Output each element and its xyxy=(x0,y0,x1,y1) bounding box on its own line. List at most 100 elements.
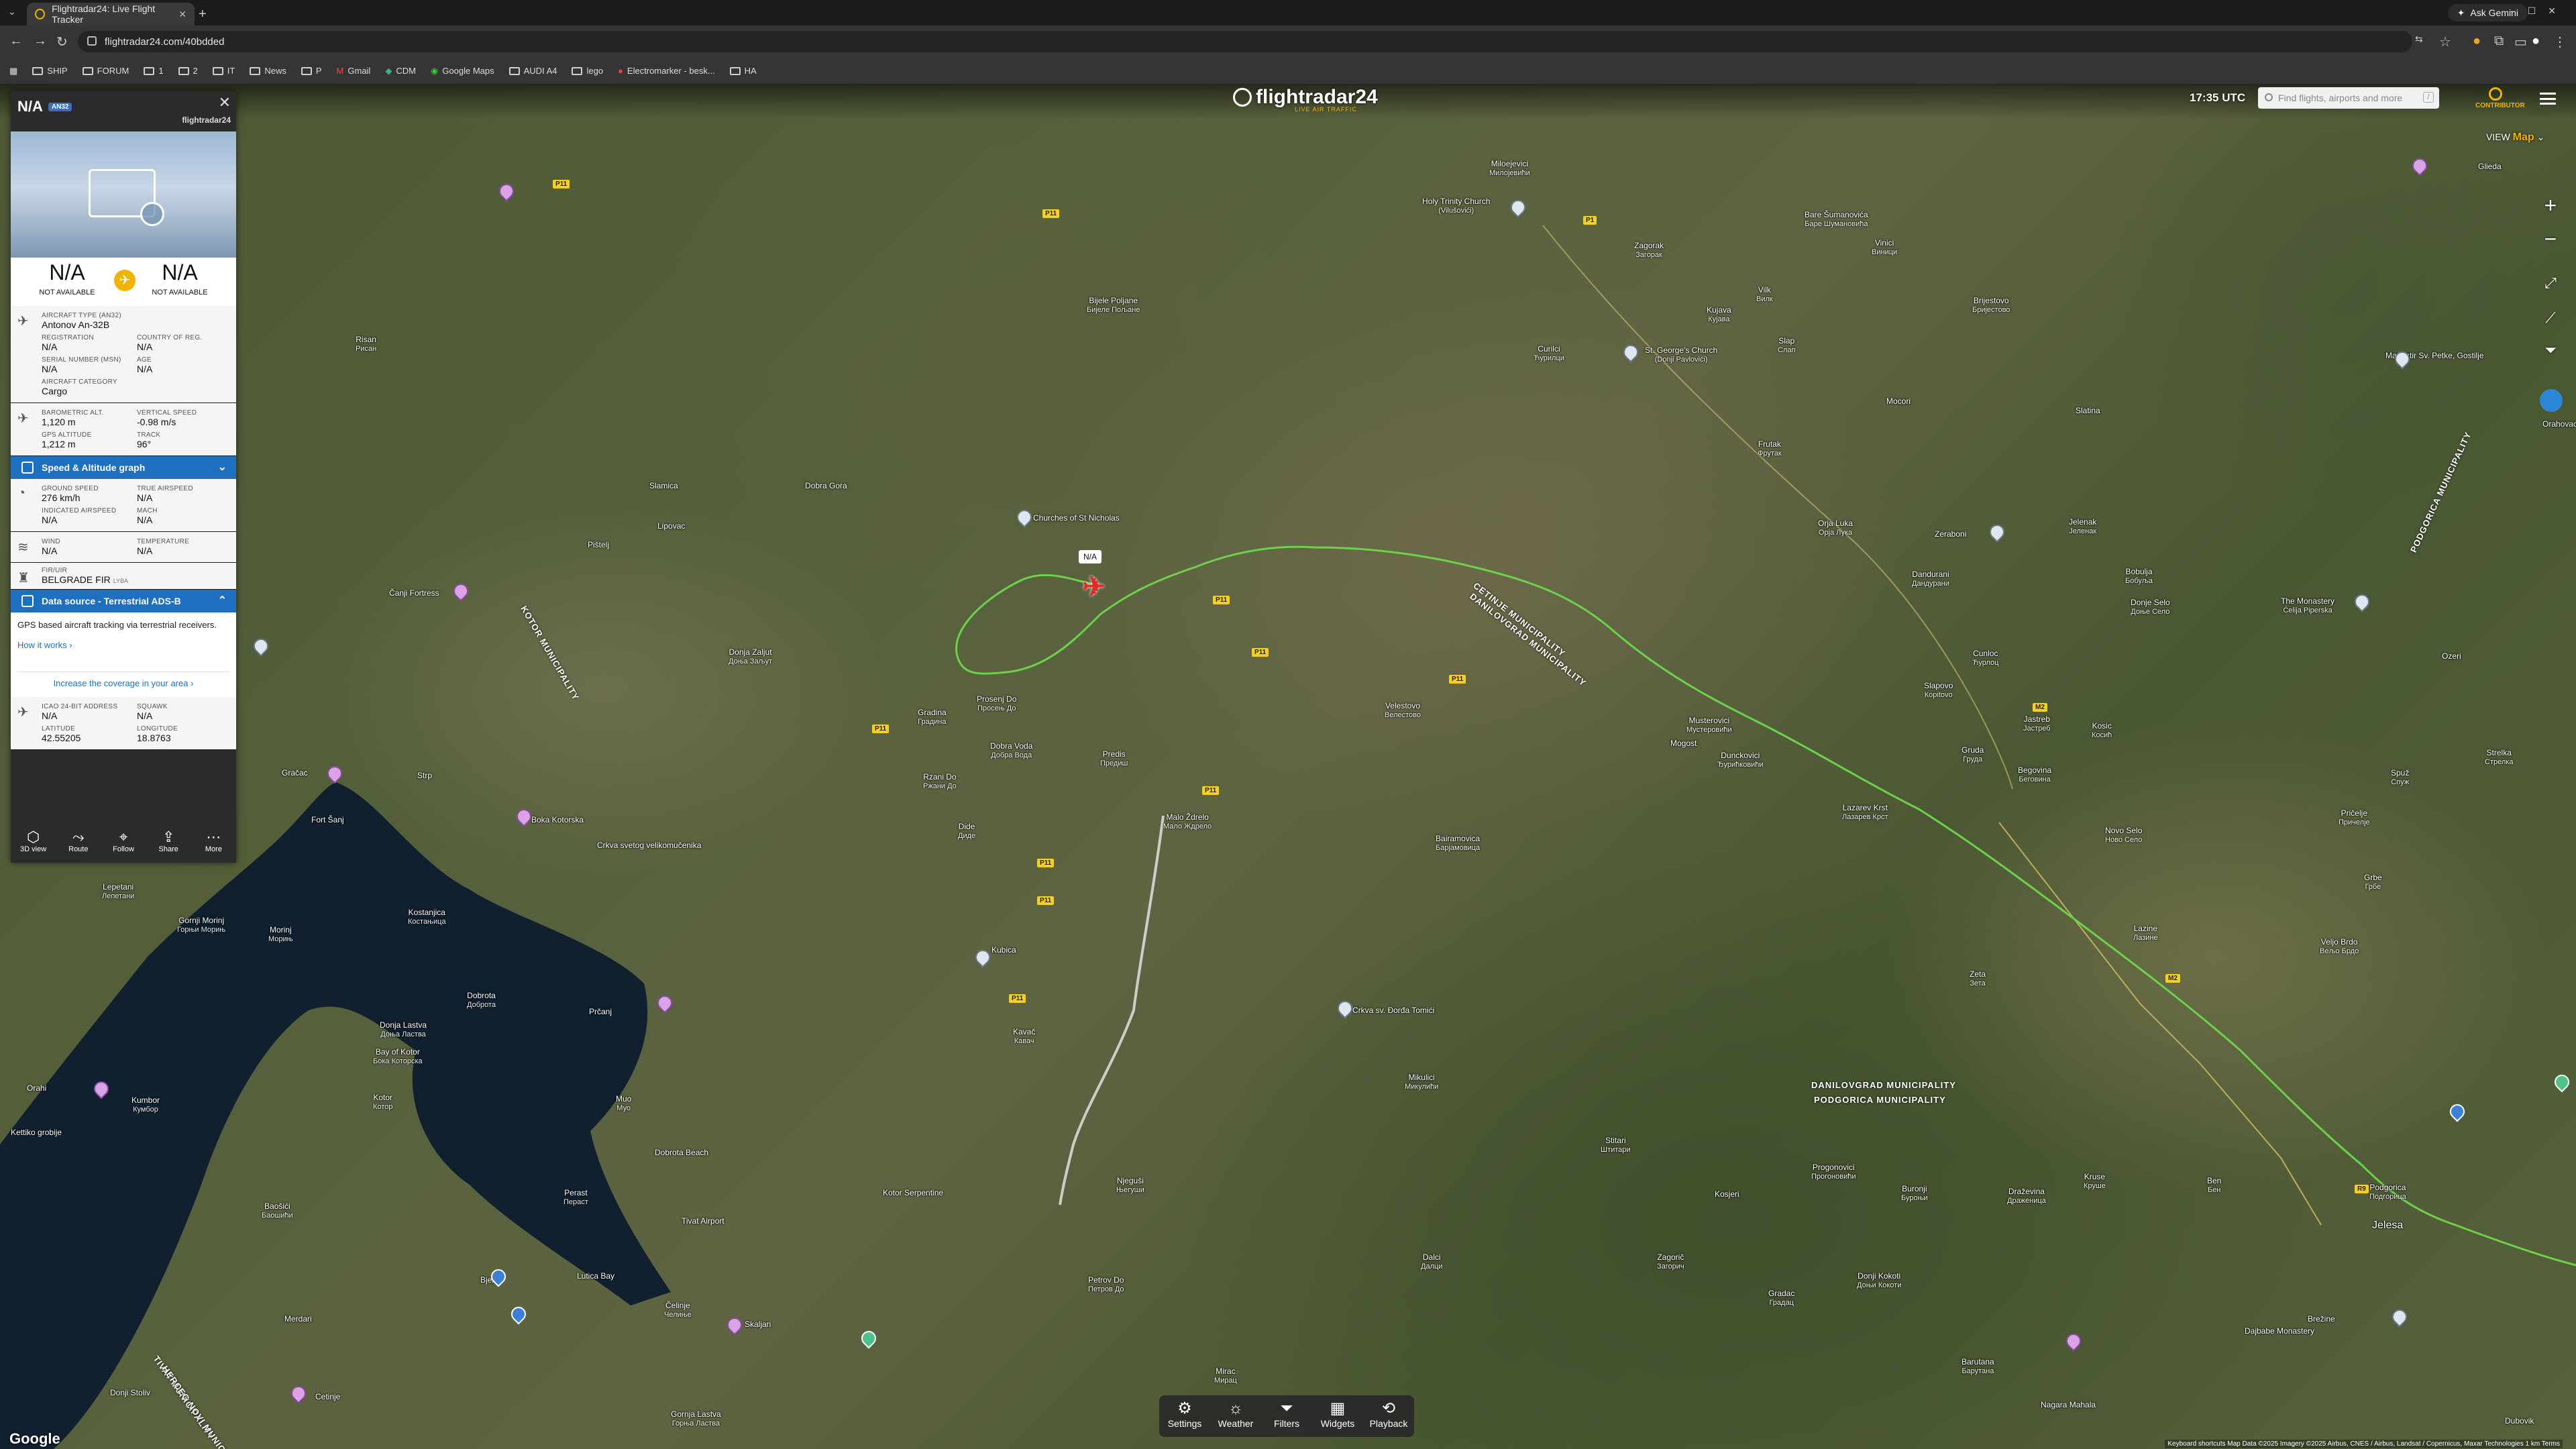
zoom-in-button[interactable]: + xyxy=(2538,193,2563,217)
data-source-body: GPS based aircraft tracking via terrestr… xyxy=(11,612,236,697)
weather-button[interactable]: ☼ Weather xyxy=(1210,1395,1261,1437)
map-attribution[interactable]: Keyboard shortcuts Map Data ©2025 Imager… xyxy=(2165,1440,2563,1448)
bookmark-item[interactable]: 1 xyxy=(144,66,164,76)
speed-altitude-graph-toggle[interactable]: Speed & Altitude graph ⌄ xyxy=(11,456,236,479)
search-input[interactable]: Find flights, airports and more / xyxy=(2258,87,2439,109)
ruler-icon[interactable]: ⟋ xyxy=(2538,306,2563,330)
altitude-section: ✈ BAROMETRIC ALT. 1,120 m VERTICAL SPEED -0… xyxy=(11,403,236,456)
satellite-map[interactable]: Miloejevici Милојевићи Holy Trinity Churc… xyxy=(0,85,2576,1449)
bookmark-item[interactable]: ◆ CDM xyxy=(385,66,416,76)
place-label: Velestovo Велестово xyxy=(1385,701,1421,719)
chevron-down-icon: ⌄ xyxy=(2536,131,2545,142)
place-label: Bijele Poljane Бијеле Пољане xyxy=(1087,296,1140,314)
tab-search-icon[interactable]: ⌄ xyxy=(8,6,16,17)
track-value: 96° xyxy=(137,439,152,449)
zoom-out-button[interactable]: − xyxy=(2538,227,2563,251)
bookmark-item[interactable]: SHIP xyxy=(32,66,68,76)
sidebar-icon[interactable]: ▭ xyxy=(2514,34,2527,50)
bookmark-label: Electromarker - besk... xyxy=(627,66,715,76)
increase-coverage-link[interactable]: Increase the coverage in your area › xyxy=(17,672,229,690)
bookmark-star-icon[interactable]: ☆ xyxy=(2439,34,2451,50)
extensions-icon[interactable]: ⧉ xyxy=(2494,34,2504,49)
browser-toolbar: ← → ↻ flightradar24.com/40bdded ⇆ ☆ ● ⧉ … xyxy=(0,25,2576,58)
new-tab-icon[interactable]: + xyxy=(199,7,207,22)
weather-section: ≋ WIND N/A TEMPERATURE N/A xyxy=(11,532,236,563)
bookmark-item[interactable]: FORUM xyxy=(82,66,129,76)
aircraft-callsign-label[interactable]: N/A xyxy=(1079,550,1102,564)
fr24-logo[interactable]: flightradar24 xyxy=(1233,86,1378,109)
place-label: Barutana Барутана xyxy=(1962,1357,1994,1375)
place-label: Dalci Далци xyxy=(1421,1252,1443,1271)
place-label: Pištelj xyxy=(588,540,610,549)
profile-avatar[interactable]: ● xyxy=(2532,34,2540,49)
translate-icon[interactable]: ⇆ xyxy=(2415,34,2423,45)
field-label: AIRCRAFT TYPE (AN32) xyxy=(42,312,121,319)
serial-value: N/A xyxy=(42,364,58,374)
bookmark-item[interactable]: P xyxy=(301,66,322,76)
fullscreen-icon[interactable]: ⤢ xyxy=(2538,271,2563,295)
place-label: Vilk Вилк xyxy=(1756,285,1773,303)
country-value: N/A xyxy=(137,341,153,352)
widgets-icon: ▦ xyxy=(1330,1399,1346,1417)
chat-icon[interactable] xyxy=(2540,389,2563,412)
origin-airport[interactable]: N/A NOT AVAILABLE xyxy=(11,258,123,306)
bookmark-item[interactable]: HA xyxy=(729,66,757,76)
more-button[interactable]: ⋯ More xyxy=(191,824,236,863)
place-label: Rzani Do Ржани До xyxy=(923,772,957,790)
view-value: Map xyxy=(2512,131,2534,143)
close-tab-icon[interactable]: ✕ xyxy=(178,9,186,20)
address-bar[interactable]: flightradar24.com/40bdded xyxy=(78,31,2412,52)
close-icon[interactable]: ✕ xyxy=(219,94,231,111)
bookmark-item[interactable]: lego xyxy=(572,66,603,76)
how-it-works-link[interactable]: How it works › xyxy=(17,639,229,651)
filter-icon[interactable]: ⏷ xyxy=(2538,338,2563,362)
bookmarks-bar: ▦ SHIP FORUM 1 2 IT News P M Gmail ◆ CDM ◉… xyxy=(0,58,2576,85)
place-label: Zagorič Загорич xyxy=(1657,1252,1684,1271)
settings-button[interactable]: ⚙ Settings xyxy=(1159,1395,1210,1437)
bookmark-item[interactable]: M Gmail xyxy=(337,66,371,76)
road-shield: P11 xyxy=(1037,859,1055,867)
gear-icon: ⚙ xyxy=(1177,1399,1192,1417)
age-value: N/A xyxy=(137,364,153,374)
bookmark-item[interactable]: ● Electromarker - besk... xyxy=(618,66,715,76)
main-menu-icon[interactable] xyxy=(2540,93,2556,105)
vspeed-value: -0.98 m/s xyxy=(137,417,176,427)
bookmark-item[interactable]: AUDI A4 xyxy=(508,66,557,76)
route-button[interactable]: ⤳ Route xyxy=(56,824,101,863)
widgets-button[interactable]: ▦ Widgets xyxy=(1312,1395,1363,1437)
bookmark-label: Google Maps xyxy=(442,66,494,76)
site-info-icon[interactable] xyxy=(87,36,97,46)
place-label: Kettiko grobije xyxy=(11,1128,62,1137)
browser-menu-icon[interactable]: ⋮ xyxy=(2553,34,2567,50)
follow-button[interactable]: ⌖ Follow xyxy=(101,824,146,863)
forward-icon[interactable]: → xyxy=(34,34,47,49)
destination-airport[interactable]: N/A NOT AVAILABLE xyxy=(123,258,236,306)
reload-icon[interactable]: ↻ xyxy=(56,34,68,50)
data-source-toggle[interactable]: Data source - Terrestrial ADS-B ⌃ xyxy=(11,590,236,612)
place-label: Lutica Bay xyxy=(577,1271,615,1281)
selected-aircraft-icon[interactable]: ✈ xyxy=(1083,572,1106,602)
airplane-icon: ✈ xyxy=(114,270,136,291)
place-label: Bobulja Бобуља xyxy=(2125,567,2153,585)
extension-icon[interactable]: ● xyxy=(2473,34,2481,49)
filters-button[interactable]: ⏷ Filters xyxy=(1261,1395,1312,1437)
bookmark-item[interactable]: IT xyxy=(212,66,235,76)
place-label: Lipovac xyxy=(657,521,686,531)
field-label: WIND xyxy=(42,538,60,545)
share-button[interactable]: ⇪ Share xyxy=(146,824,191,863)
place-label: Perast Пераст xyxy=(564,1188,588,1206)
back-icon[interactable]: ← xyxy=(9,34,23,49)
window-controls[interactable]: –☐✕ xyxy=(2510,5,2568,17)
apps-icon[interactable]: ▦ xyxy=(9,66,17,76)
3d-view-button[interactable]: ⬡ 3D view xyxy=(11,824,56,863)
bookmark-item[interactable]: 2 xyxy=(178,66,198,76)
bookmark-item[interactable]: ◉ Google Maps xyxy=(431,66,494,76)
contributor-button[interactable]: CONTRIBUTOR xyxy=(2475,85,2525,109)
place-label: Gradac Градац xyxy=(1768,1289,1795,1307)
fr24-brand-label: flightradar24 xyxy=(182,115,231,125)
bookmark-label: Gmail xyxy=(347,66,371,76)
view-selector[interactable]: VIEW Map ⌄ xyxy=(2486,131,2544,144)
browser-tab[interactable]: Flightradar24: Live Flight Tracker ✕ xyxy=(27,3,195,25)
bookmark-item[interactable]: News xyxy=(250,66,286,76)
playback-button[interactable]: ⟲ Playback xyxy=(1363,1395,1414,1437)
